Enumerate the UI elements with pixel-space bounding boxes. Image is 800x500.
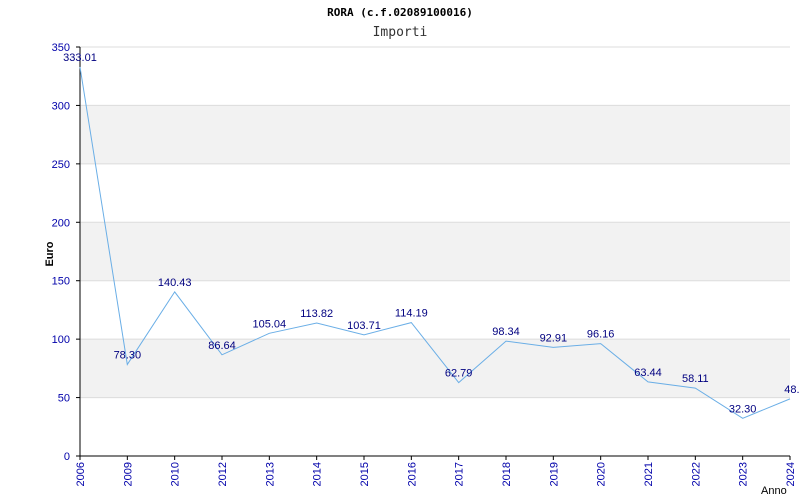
x-tick-label: 2024 (785, 462, 797, 486)
data-label: 96.16 (587, 329, 615, 341)
x-tick-label: 2020 (596, 462, 608, 486)
data-label: 78.30 (114, 350, 142, 362)
line-chart: 050100150200250300350 2006 2009 2010 2012 20… (44, 42, 800, 497)
grid-band (80, 105, 790, 164)
y-tick-label: 300 (52, 100, 70, 112)
data-label: 333.01 (63, 52, 97, 64)
x-tick-label: 2015 (359, 462, 371, 486)
grid-band (80, 339, 790, 398)
y-tick-label: 250 (52, 159, 70, 171)
data-label: 63.44 (634, 367, 662, 379)
data-label: 86.64 (208, 340, 236, 352)
data-label: 62.79 (445, 368, 473, 380)
x-tick-label: 2006 (75, 462, 87, 486)
background-bands (80, 105, 790, 398)
data-label: 114.19 (395, 308, 428, 320)
grid-band (80, 222, 790, 281)
x-tick-label: 2009 (122, 462, 134, 486)
data-label: 98.34 (492, 326, 520, 338)
y-axis-label: Euro (44, 241, 56, 266)
data-label: 103.71 (347, 320, 381, 332)
data-label: 48.88 (784, 384, 800, 396)
data-label: 113.82 (300, 308, 333, 320)
y-tick-label: 200 (52, 217, 70, 229)
x-tick-label: 2019 (548, 462, 560, 486)
x-tick-label: 2013 (264, 462, 276, 486)
x-tick-label: 2014 (312, 462, 324, 486)
y-tick-label: 0 (64, 451, 70, 463)
chart-root: RORA (c.f.02089100016) Importi 0 50 100 150… (0, 0, 800, 500)
x-tick-label: 2018 (501, 462, 513, 486)
y-tick-label: 50 (58, 393, 70, 405)
y-tick-label: 100 (52, 334, 70, 346)
data-label: 58.11 (682, 373, 709, 385)
x-tick-label: 2021 (643, 462, 655, 486)
x-tick-label: 2016 (406, 462, 418, 486)
data-label: 140.43 (158, 277, 192, 289)
x-tick-label: 2012 (217, 462, 229, 486)
x-axis-label: Anno (761, 485, 787, 497)
x-tick-label: 2010 (170, 462, 182, 486)
data-label: 92.91 (540, 332, 568, 344)
data-label: 32.30 (729, 403, 757, 415)
y-tick-label: 150 (52, 276, 70, 288)
data-label: 105.04 (253, 318, 287, 330)
x-tick-label: 2023 (738, 462, 750, 486)
x-tick-label: 2022 (690, 462, 702, 486)
x-tick-label: 2017 (454, 462, 466, 486)
x-tick-labels: 2006 2009 2010 2012 2013 2014 2015 2016 2017 2018… (75, 462, 797, 486)
